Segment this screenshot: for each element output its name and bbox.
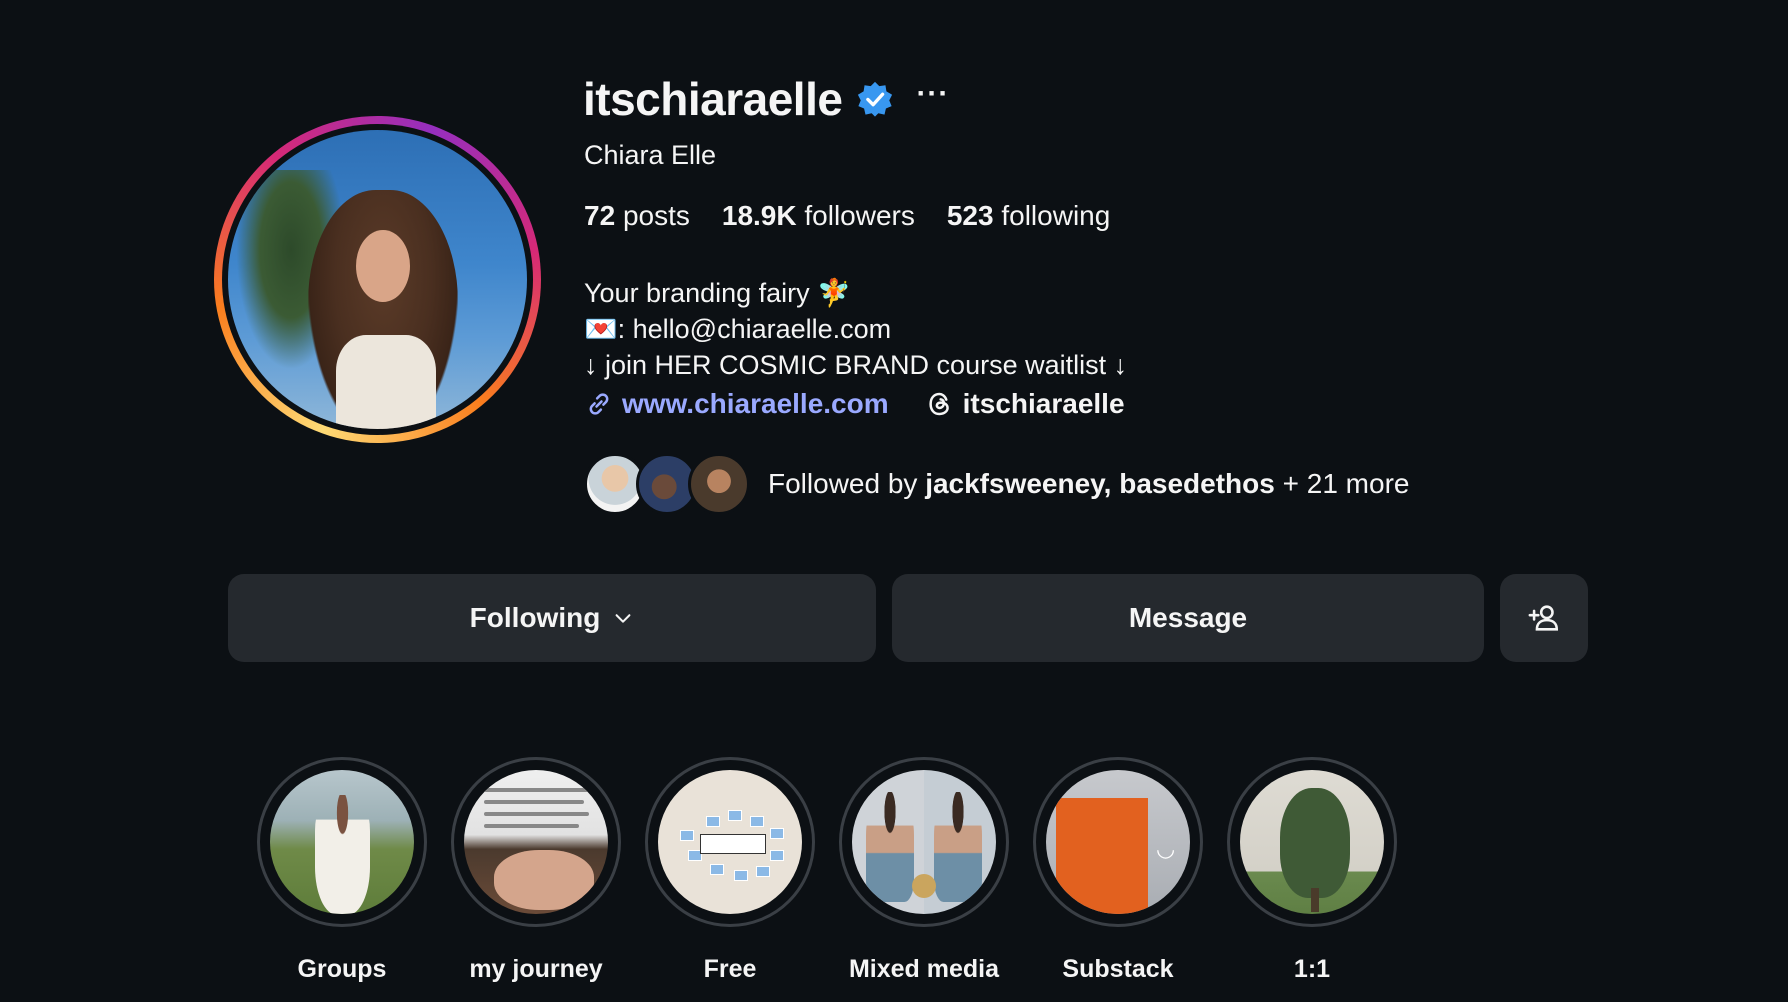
profile-page: itschiaraelle ··· Chiara Elle 72 posts 1… <box>0 0 1788 1002</box>
followed-by[interactable]: Followed by jackfsweeney, basedethos + 2… <box>584 453 1409 515</box>
highlight-cover <box>464 770 608 914</box>
profile-avatar-story-ring[interactable] <box>214 116 541 443</box>
full-name: Chiara Elle <box>584 140 717 170</box>
followed-by-text: Followed by jackfsweeney, basedethos + 2… <box>768 468 1410 499</box>
bio-line-3: ↓ join HER COSMIC BRAND course waitlist … <box>584 350 1128 380</box>
message-button[interactable]: Message <box>892 574 1484 662</box>
bio-line-2: 💌 : hello@chiaraelle.com <box>584 311 1127 347</box>
highlight-cover: ◡ <box>1046 770 1190 914</box>
highlight-cover <box>658 770 802 914</box>
highlight-label: my journey <box>469 955 603 983</box>
more-options-icon[interactable]: ··· <box>916 77 949 111</box>
chevron-down-icon <box>615 614 631 623</box>
follower-avatar <box>688 453 750 515</box>
bio-line-1: Your branding fairy 🧚 <box>584 278 851 308</box>
person-add-icon <box>1528 605 1559 631</box>
bio: Your branding fairy 🧚 💌 : hello@chiarael… <box>584 275 1127 383</box>
smile-icon: ◡ <box>1156 836 1176 861</box>
posts-stat: 72 posts <box>584 200 690 231</box>
suggested-accounts-button[interactable] <box>1500 574 1588 662</box>
profile-avatar <box>228 130 527 429</box>
website-link[interactable]: www.chiaraelle.com <box>622 388 889 420</box>
threads-link[interactable]: itschiaraelle <box>925 388 1125 420</box>
highlight-label: Free <box>703 955 757 983</box>
highlight-label: Substack <box>1062 955 1174 983</box>
envelope-icon: 💌 <box>584 314 618 344</box>
highlight-item[interactable]: Mixed media <box>839 757 1009 984</box>
profile-stats: 72 posts 18.9K followers 523 following <box>584 200 1110 232</box>
follower-avatars <box>584 453 750 515</box>
profile-links: www.chiaraelle.com itschiaraelle <box>584 388 1125 420</box>
highlight-item[interactable]: 1:1 <box>1227 757 1397 984</box>
threads-handle: itschiaraelle <box>962 388 1125 419</box>
threads-icon <box>929 392 949 416</box>
highlight-cover <box>270 770 414 914</box>
following-button[interactable]: Following <box>228 574 876 662</box>
highlight-cover <box>1240 770 1384 914</box>
username: itschiaraelle <box>583 73 843 125</box>
username-row: itschiaraelle ··· <box>583 72 949 126</box>
highlight-label: 1:1 <box>1293 955 1331 983</box>
link-icon <box>589 393 609 415</box>
highlight-item[interactable]: Groups <box>257 757 427 984</box>
planet-icon <box>912 874 936 898</box>
verified-badge-icon <box>858 81 893 117</box>
followers-stat[interactable]: 18.9K followers <box>722 200 915 232</box>
highlight-label: Mixed media <box>848 955 1000 983</box>
highlight-item[interactable]: ◡ Substack <box>1033 757 1203 984</box>
following-stat[interactable]: 523 following <box>947 200 1110 232</box>
highlight-item[interactable]: Free <box>645 757 815 984</box>
highlight-label: Groups <box>297 955 387 983</box>
story-highlights: Groups my journey Free Mixed media ◡ Sub… <box>257 757 1397 984</box>
highlight-cover <box>852 770 996 914</box>
highlight-item[interactable]: my journey <box>451 757 621 984</box>
